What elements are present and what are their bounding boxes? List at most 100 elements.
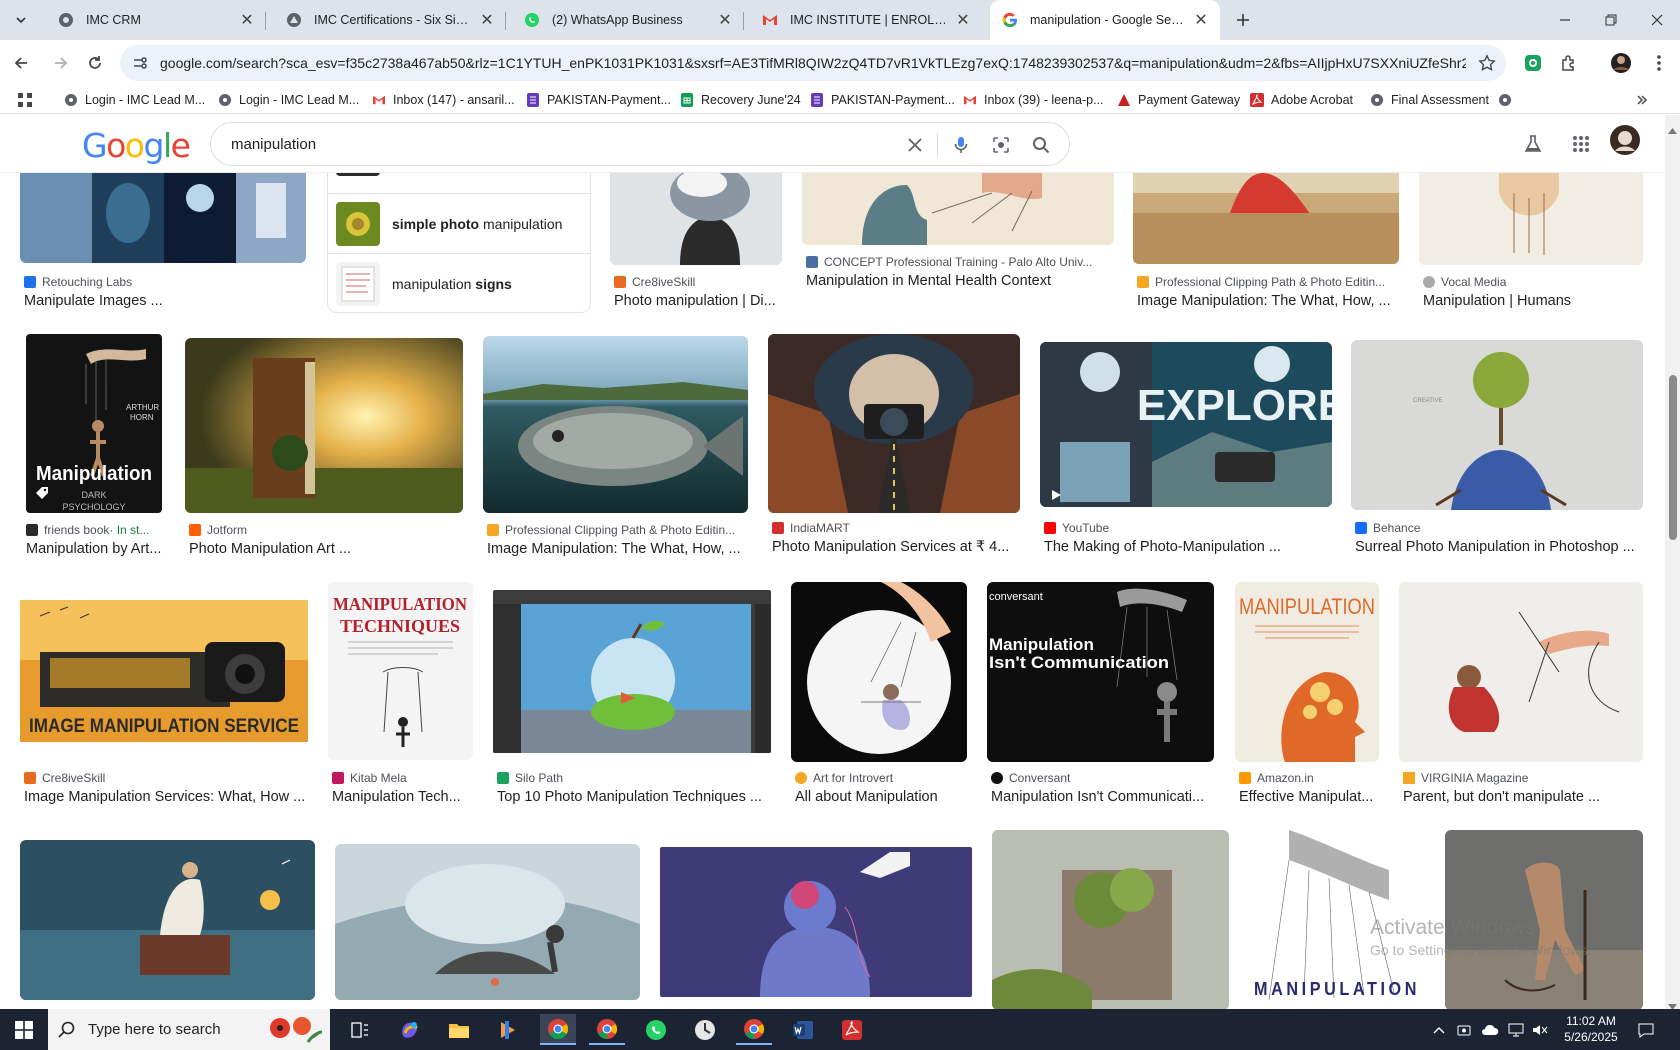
- site-info-icon[interactable]: [132, 55, 148, 71]
- minimize-button[interactable]: [1550, 5, 1580, 35]
- notifications-button[interactable]: [1632, 1014, 1660, 1045]
- scroll-up-icon[interactable]: [1668, 121, 1677, 134]
- result-caption[interactable]: Image Manipulation: The What, How, ...: [1137, 293, 1399, 309]
- result-thumbnail[interactable]: CREATIVE: [1351, 340, 1643, 510]
- search-labs-button[interactable]: [1518, 129, 1548, 159]
- result-caption[interactable]: Image Manipulation Services: What, How .…: [24, 789, 308, 805]
- restore-button[interactable]: [1596, 5, 1626, 35]
- bookmark-item[interactable]: Final Assessment: [1370, 88, 1489, 112]
- related-search-item[interactable]: manipulation signs: [328, 253, 590, 313]
- result-thumbnail[interactable]: [802, 173, 1114, 245]
- tab-imc-enrollment[interactable]: IMC INSTITUTE | ENROLLMENT ✕: [750, 0, 982, 40]
- tab-google-search[interactable]: manipulation - Google Search ✕: [990, 0, 1220, 40]
- image-result[interactable]: IMAGE MANIPULATION SERVICE Cre8iveSkill …: [20, 582, 308, 805]
- chrome-taskbar-button[interactable]: [540, 1014, 576, 1045]
- image-result[interactable]: EXPLORE YouTube The Making of Photo-Mani…: [1040, 342, 1332, 558]
- clear-search-button[interactable]: [903, 133, 927, 157]
- image-result[interactable]: [660, 847, 972, 1002]
- task-view-button[interactable]: [342, 1014, 378, 1045]
- bookmark-item[interactable]: Recovery June'24: [680, 88, 801, 112]
- result-thumbnail[interactable]: MANIPULATION TECHNIQUES: [328, 582, 473, 760]
- result-caption[interactable]: All about Manipulation: [795, 789, 967, 805]
- result-caption[interactable]: Manipulation | Humans: [1423, 293, 1643, 309]
- result-thumbnail[interactable]: IMAGE MANIPULATION SERVICE: [20, 582, 308, 760]
- page-scrollbar[interactable]: [1665, 115, 1680, 1010]
- bookmark-item[interactable]: PAKISTAN-Payment...: [526, 88, 671, 112]
- apps-button[interactable]: [18, 88, 32, 112]
- extensions-button[interactable]: [1554, 48, 1584, 78]
- image-result[interactable]: Silo Path Top 10 Photo Manipulation Tech…: [493, 590, 771, 805]
- chrome-menu-button[interactable]: [1644, 48, 1674, 78]
- profile-button[interactable]: [1606, 48, 1636, 78]
- result-caption[interactable]: Manipulate Images ...: [24, 293, 306, 309]
- result-caption[interactable]: Image Manipulation: The What, How, ...: [487, 541, 748, 557]
- bookmark-item[interactable]: Login - IMC Lead M...: [64, 88, 205, 112]
- result-caption[interactable]: Photo Manipulation Art ...: [189, 541, 463, 557]
- scrollbar-thumb[interactable]: [1669, 375, 1677, 540]
- related-search-item[interactable]: simple photo manipulation: [328, 193, 590, 253]
- network-button[interactable]: [1504, 1014, 1528, 1045]
- tray-icon[interactable]: [1452, 1014, 1476, 1045]
- tab-imc-certifications[interactable]: IMC Certifications - Six Sigma Certifica…: [274, 0, 506, 40]
- bookmark-star-icon[interactable]: [1478, 54, 1496, 72]
- address-bar[interactable]: google.com/search?sca_esv=f35c2738a467ab…: [120, 45, 1506, 81]
- image-result[interactable]: Jotform Photo Manipulation Art ...: [185, 338, 463, 558]
- google-apps-button[interactable]: [1566, 129, 1596, 159]
- google-account-button[interactable]: [1608, 123, 1642, 157]
- acrobat-taskbar-button[interactable]: [834, 1014, 870, 1045]
- result-thumbnail[interactable]: conversant Manipulation Isn't Communicat…: [987, 582, 1214, 762]
- extension-green-button[interactable]: [1518, 48, 1548, 78]
- close-window-button[interactable]: [1642, 5, 1672, 35]
- result-thumbnail[interactable]: [185, 338, 463, 513]
- bookmark-item[interactable]: Payment Gateway: [1117, 88, 1240, 112]
- tab-whatsapp[interactable]: (2) WhatsApp Business ✕: [512, 0, 744, 40]
- show-hidden-icons-button[interactable]: [1428, 1014, 1450, 1045]
- forward-button[interactable]: [46, 48, 76, 78]
- result-thumbnail[interactable]: [1399, 582, 1643, 762]
- image-result[interactable]: [335, 844, 640, 1004]
- result-thumbnail[interactable]: [1133, 173, 1399, 264]
- image-result[interactable]: Professional Clipping Path & Photo Editi…: [483, 336, 748, 557]
- result-caption[interactable]: Manipulation Isn't Communicati...: [991, 789, 1214, 805]
- bookmark-item[interactable]: Inbox (39) - leena-p...: [963, 88, 1104, 112]
- result-thumbnail[interactable]: [768, 334, 1020, 513]
- scroll-down-icon[interactable]: [1668, 997, 1677, 1010]
- result-caption[interactable]: Effective Manipulat...: [1239, 789, 1379, 805]
- onedrive-button[interactable]: [1478, 1014, 1502, 1045]
- bookmark-item[interactable]: Inbox (147) - ansaril...: [372, 88, 515, 112]
- close-tab-icon[interactable]: ✕: [238, 11, 256, 29]
- image-result[interactable]: ARTHUR HORN Manipulation DARK PSYCHOLOGY…: [22, 334, 162, 557]
- result-caption[interactable]: Photo manipulation | Di...: [614, 293, 782, 309]
- image-result[interactable]: VIRGINIA Magazine Parent, but don't mani…: [1399, 582, 1643, 805]
- more-bookmarks-button[interactable]: [1636, 88, 1648, 112]
- result-thumbnail[interactable]: MANIPULATION: [1235, 582, 1379, 762]
- close-tab-icon[interactable]: ✕: [1192, 11, 1210, 29]
- result-caption[interactable]: Manipulation by Art...: [26, 541, 162, 557]
- result-thumbnail[interactable]: [20, 173, 306, 263]
- result-caption[interactable]: Manipulation in Mental Health Context: [806, 273, 1114, 289]
- close-tab-icon[interactable]: ✕: [716, 11, 734, 29]
- image-result[interactable]: [20, 840, 315, 1009]
- image-result[interactable]: CREATIVE Behance Surreal Photo Manipulat…: [1351, 340, 1643, 558]
- result-caption[interactable]: The Making of Photo-Manipulation ...: [1044, 539, 1332, 555]
- whatsapp-taskbar-button[interactable]: [638, 1014, 674, 1045]
- start-button[interactable]: [6, 1014, 42, 1045]
- result-thumbnail[interactable]: [20, 840, 315, 1000]
- result-thumbnail[interactable]: EXPLORE: [1040, 342, 1332, 507]
- result-thumbnail[interactable]: [1419, 173, 1643, 265]
- result-thumbnail[interactable]: [992, 830, 1229, 1009]
- file-explorer-button[interactable]: [441, 1014, 477, 1045]
- result-thumbnail[interactable]: [791, 582, 967, 762]
- tab-search-button[interactable]: [6, 5, 36, 35]
- back-button[interactable]: [6, 48, 36, 78]
- result-caption[interactable]: Manipulation Tech...: [332, 789, 473, 805]
- lens-search-button[interactable]: [989, 133, 1013, 157]
- taskbar-app-button[interactable]: [687, 1014, 723, 1045]
- result-thumbnail[interactable]: [335, 844, 640, 1000]
- bookmark-item[interactable]: [1498, 88, 1519, 112]
- copilot-button[interactable]: [392, 1014, 428, 1045]
- bookmark-item[interactable]: Adobe Acrobat: [1250, 88, 1353, 112]
- result-caption[interactable]: Top 10 Photo Manipulation Techniques ...: [497, 789, 771, 805]
- result-caption[interactable]: Photo Manipulation Services at ₹ 4...: [772, 539, 1020, 555]
- word-taskbar-button[interactable]: [785, 1014, 821, 1045]
